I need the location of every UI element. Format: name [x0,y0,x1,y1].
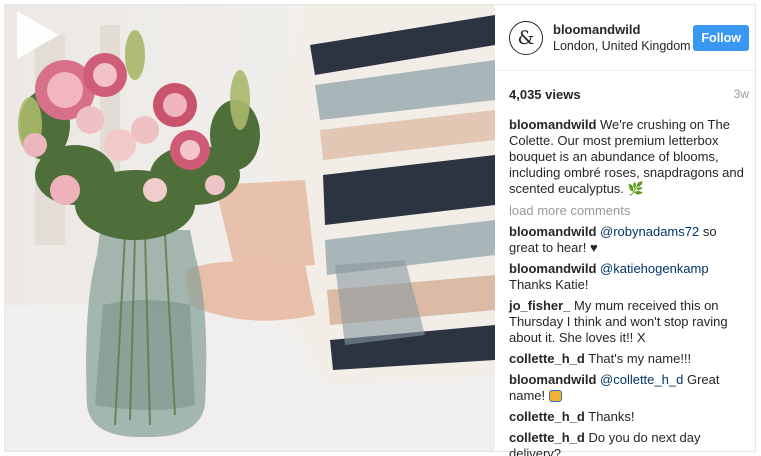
heart-emoji-icon: ♥ [589,240,598,255]
comment-username[interactable]: collette_h_d [509,409,585,424]
list-item: collette_h_d That's my name!!! [509,351,747,367]
comment-username[interactable]: jo_fisher_ [509,298,570,313]
list-item: bloomandwild @katiehogenkamp Thanks Kati… [509,261,747,293]
comment-mention[interactable]: @katiehogenkamp [600,261,709,276]
comment-text: Thanks Katie! [509,277,589,292]
comments-list: bloomandwild We're crushing on The Colet… [495,117,755,456]
list-item: collette_h_d Do you do next day delivery… [509,430,747,456]
comment-username[interactable]: bloomandwild [509,372,596,387]
comment-mention[interactable]: @robynadams72 [600,224,699,239]
side-panel: & bloomandwild London, United Kingdom Fo… [495,5,755,456]
bear-emoji-icon [548,390,562,402]
play-icon[interactable] [5,5,65,65]
post-header: & bloomandwild London, United Kingdom Fo… [495,5,755,71]
comment-username[interactable]: bloomandwild [509,261,596,276]
post-age[interactable]: 3w [734,87,749,101]
comment-text: Thanks! [588,409,635,424]
list-item: jo_fisher_ My mum received this on Thurs… [509,298,747,346]
user-info: bloomandwild London, United Kingdom [553,21,693,55]
comment-username[interactable]: collette_h_d [509,430,585,445]
profile-username[interactable]: bloomandwild [553,21,693,38]
list-item: collette_h_d Thanks! [509,409,747,425]
instagram-post: & bloomandwild London, United Kingdom Fo… [4,4,756,456]
profile-location[interactable]: London, United Kingdom [553,38,693,55]
post-stats: 4,035 views 3w [495,71,755,117]
leaf-emoji-icon: 🌿 [627,181,644,196]
caption: bloomandwild We're crushing on The Colet… [509,117,747,197]
video-frame [5,5,495,451]
follow-button[interactable]: Follow [693,24,749,51]
comment-username[interactable]: bloomandwild [509,224,596,239]
comment-mention[interactable]: @collette_h_d [600,372,683,387]
video-media[interactable] [5,5,495,451]
list-item: bloomandwild @collette_h_d Great name! [509,372,747,404]
avatar[interactable]: & [509,20,543,55]
comment-username[interactable]: collette_h_d [509,351,585,366]
load-more-comments-link[interactable]: load more comments [509,203,747,219]
list-item: bloomandwild @robynadams72 so great to h… [509,224,747,256]
comment-text: That's my name!!! [588,351,692,366]
avatar-logo-glyph: & [517,26,535,49]
caption-username[interactable]: bloomandwild [509,117,596,132]
view-count[interactable]: 4,035 views [509,87,581,102]
